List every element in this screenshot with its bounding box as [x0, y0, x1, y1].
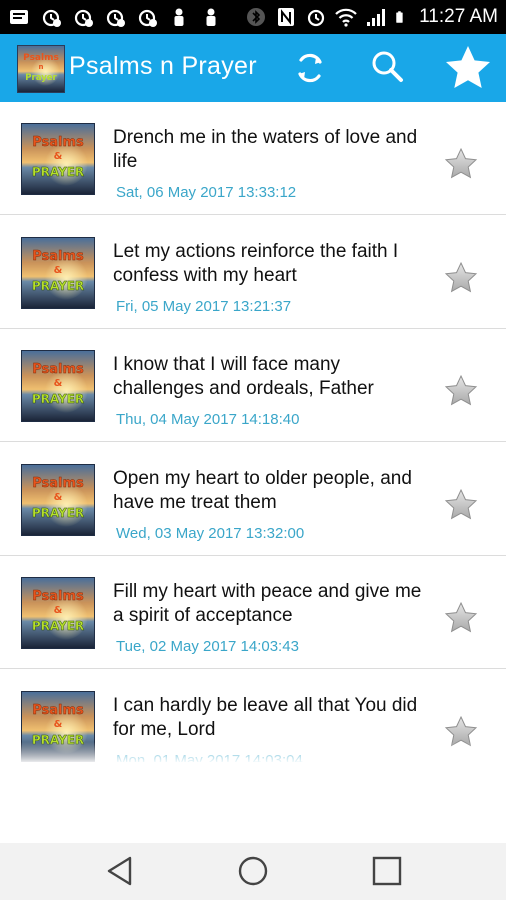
star-icon: [444, 261, 478, 292]
thumb-text-top: Psalms: [32, 703, 84, 718]
home-icon: [238, 856, 268, 886]
thumb-text-bottom: PRAYER: [32, 506, 84, 520]
nfc-icon: [278, 8, 295, 26]
prayer-thumbnail: Psalms& PRAYER: [21, 236, 95, 309]
prayer-thumbnail: Psalms& PRAYER: [21, 577, 95, 649]
app-logo: Psalms n Prayer: [17, 45, 65, 93]
alarm-icon: [74, 9, 93, 27]
refresh-button[interactable]: [290, 48, 330, 88]
star-icon: [444, 715, 478, 746]
thumb-text-top: Psalms: [32, 135, 84, 150]
list-item[interactable]: Psalms & PRAYER Fill my heart with peace an…: [0, 556, 506, 669]
prayer-date: Thu, 04 May 2017 14:18:40: [116, 411, 300, 428]
prayer-date: Sat, 06 May 2017 13:33:12: [116, 184, 297, 201]
thumb-text-bottom: PRAYER: [32, 165, 84, 179]
navigation-bar: [0, 843, 506, 900]
star-icon: [444, 601, 478, 633]
alarm-icon: [138, 9, 157, 27]
thumb-text-top: Psalms: [32, 249, 84, 264]
prayer-thumbnail: Psalms& PRAYER: [21, 690, 95, 762]
alarm-icon: [42, 9, 61, 27]
star-icon: [444, 488, 478, 519]
star-icon: [444, 147, 478, 179]
prayer-date: Mon, 01 May 2017 14:03:04: [116, 751, 303, 763]
signal-icon: [367, 9, 386, 26]
clock-time: 11:27 AM: [419, 6, 498, 27]
thumb-text-mid: &: [54, 605, 63, 616]
prayer-title: Let my actions reinforce the faith I con…: [113, 240, 399, 286]
app-title: Psalms n Prayer: [69, 52, 257, 80]
thumb-text-top: Psalms: [32, 476, 84, 491]
prayer-title: Drench me in the waters of love and life: [113, 127, 418, 172]
recents-button[interactable]: [367, 851, 407, 891]
prayer-title: I can hardly be leave all that You did f…: [113, 694, 418, 740]
back-icon: [107, 856, 132, 886]
star-icon: [444, 374, 478, 406]
logo-text-top: Psalms: [23, 53, 59, 63]
list-item[interactable]: Psalms & PRAYER I can hardly be leave all t…: [0, 670, 506, 763]
alarm-icon: [308, 9, 325, 27]
list-item[interactable]: Psalms & PRAYER Let my actions reinforce th…: [0, 216, 506, 329]
battery-icon: [396, 11, 403, 23]
favorite-star-button[interactable]: [444, 261, 478, 295]
prayer-thumbnail: Psalms& PRAYER: [21, 463, 95, 536]
prayer-date: Fri, 05 May 2017 13:21:37: [116, 297, 292, 315]
system-icons: 11:27 AM: [245, 6, 498, 28]
thumb-text-mid: &: [54, 719, 63, 730]
search-button[interactable]: [368, 48, 408, 88]
prayer-thumbnail: Psalms& PRAYER: [21, 350, 95, 422]
star-icon: [446, 46, 490, 88]
thumb-text-bottom: PRAYER: [32, 392, 84, 406]
list-item[interactable]: Psalms & PRAYER Open my heart to older peop…: [0, 443, 506, 556]
recents-icon: [372, 856, 402, 886]
thumb-text-top: Psalms: [32, 362, 84, 377]
thumb-text-mid: &: [54, 151, 63, 162]
alarm-icon: [106, 9, 125, 27]
favorite-star-button[interactable]: [444, 715, 478, 749]
thumb-text-bottom: PRAYER: [32, 619, 84, 633]
prayer-list[interactable]: Psalms & PRAYER Drench me in the waters of …: [0, 102, 506, 762]
refresh-icon: [298, 53, 322, 83]
thumb-text-bottom: PRAYER: [32, 279, 84, 293]
prayer-thumbnail: Psalms& PRAYER: [21, 123, 95, 195]
status-bar: 11:27 AM: [0, 0, 506, 34]
person-icon: [174, 8, 184, 26]
home-button[interactable]: [233, 851, 273, 891]
thumb-text-top: Psalms: [32, 589, 84, 604]
back-button[interactable]: [100, 851, 140, 891]
list-item[interactable]: Psalms & PRAYER I know that I will face man…: [0, 329, 506, 442]
thumb-text-bottom: PRAYER: [32, 733, 84, 747]
favorite-star-button[interactable]: [444, 147, 478, 181]
favorite-star-button[interactable]: [444, 374, 478, 408]
app-bar: Psalms n Prayer Psalms n Prayer: [0, 34, 506, 102]
prayer-date: Tue, 02 May 2017 14:03:43: [116, 638, 299, 655]
favorite-star-button[interactable]: [444, 488, 478, 522]
logo-text-bottom: Prayer: [25, 73, 57, 83]
person-icon: [206, 8, 216, 26]
notification-icons: [8, 6, 222, 28]
favorites-button[interactable]: [443, 43, 493, 93]
thumb-text-mid: &: [54, 378, 63, 389]
prayer-date: Wed, 03 May 2017 13:32:00: [116, 524, 305, 542]
logo-text-mid: n: [39, 63, 44, 71]
prayer-title: Open my heart to older people, and have …: [113, 467, 412, 513]
prayer-title: Fill my heart with peace and give me a s…: [113, 581, 422, 626]
favorite-star-button[interactable]: [444, 601, 478, 635]
prayer-title: I know that I will face many challenges …: [113, 354, 374, 399]
search-icon: [372, 51, 403, 82]
wifi-icon: [335, 8, 357, 27]
bluetooth-icon: [247, 8, 266, 26]
thumb-text-mid: &: [54, 492, 63, 503]
thumb-text-mid: &: [54, 265, 63, 276]
message-icon: [10, 10, 28, 24]
list-item[interactable]: Psalms & PRAYER Drench me in the waters of …: [0, 102, 506, 215]
